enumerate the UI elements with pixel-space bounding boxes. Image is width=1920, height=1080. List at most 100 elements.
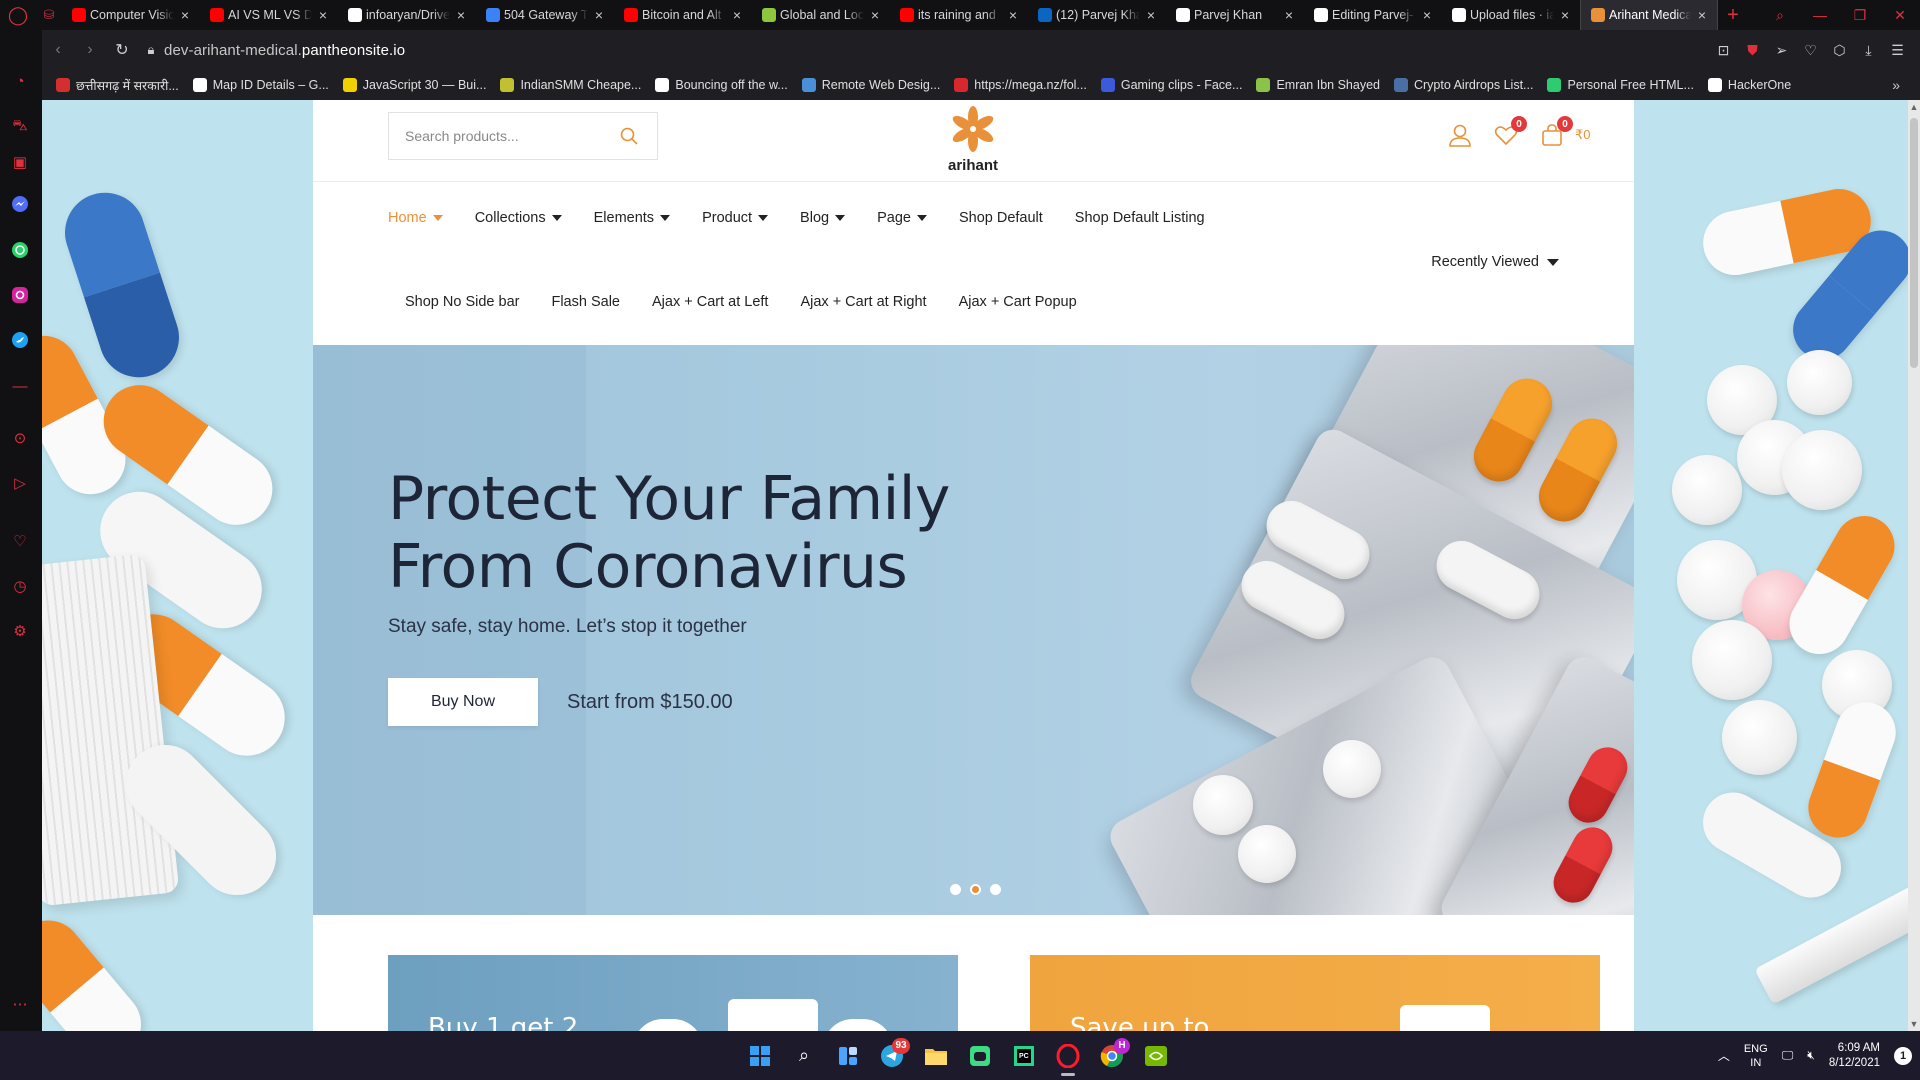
promo-banner-buy-1-get-2[interactable]: Buy 1 get 2 — [388, 955, 958, 1031]
close-tab-icon[interactable]: × — [1006, 7, 1020, 23]
account-button[interactable] — [1443, 118, 1477, 152]
browser-tab[interactable]: AI VS ML VS DL × — [200, 0, 338, 30]
browser-tab[interactable]: (12) Parvej Kha × — [1028, 0, 1166, 30]
android-studio-icon[interactable] — [962, 1038, 998, 1074]
speed-dial-icon[interactable]: ◔ — [9, 70, 31, 92]
more-sidebar-icon[interactable]: ⋯ — [9, 993, 31, 1015]
nav-item[interactable]: Home — [388, 210, 443, 226]
taskbar-search-icon[interactable]: ⌕ — [786, 1038, 822, 1074]
close-tab-icon[interactable]: × — [1558, 7, 1572, 23]
start-button[interactable] — [742, 1038, 778, 1074]
nav-item[interactable]: Blog — [800, 210, 846, 226]
restore-button[interactable]: ❐ — [1840, 7, 1880, 24]
bookmark-item[interactable]: https://mega.nz/fol... — [954, 78, 1087, 92]
scrollbar-thumb[interactable] — [1910, 118, 1918, 368]
nav-item[interactable]: Product — [702, 210, 769, 226]
bookmark-item[interactable]: छत्तीसगढ़ में सरकारी... — [56, 77, 179, 94]
widgets-icon[interactable] — [830, 1038, 866, 1074]
nav-item[interactable]: Collections — [475, 210, 562, 226]
slider-dot[interactable] — [990, 884, 1001, 895]
nav-item[interactable]: Ajax + Cart at Left — [652, 294, 768, 310]
download-icon[interactable]: ⤓ — [1854, 42, 1883, 59]
easy-setup-icon[interactable]: ☰ — [1883, 42, 1912, 59]
search-input[interactable] — [405, 128, 605, 144]
twitch-icon[interactable]: ▣ — [9, 151, 31, 173]
shopping-icon[interactable]: ⛍ — [9, 115, 31, 137]
settings-gear-icon[interactable]: ⚙ — [9, 620, 31, 642]
browser-tab[interactable]: infoaryan/Drive × — [338, 0, 476, 30]
close-window-button[interactable]: ✕ — [1880, 7, 1920, 24]
bookmark-item[interactable]: IndianSMM Cheape... — [500, 78, 641, 92]
telegram-icon[interactable]: 93 — [874, 1037, 910, 1074]
messenger-icon[interactable] — [9, 193, 31, 215]
nav-item[interactable]: Shop No Side bar — [405, 294, 519, 310]
wishlist-button[interactable]: 0 — [1489, 116, 1527, 152]
history-icon[interactable]: ◷ — [9, 575, 31, 597]
bookmark-item[interactable]: JavaScript 30 — Bui... — [342, 78, 486, 92]
lock-icon[interactable]: 🔒︎ — [138, 42, 164, 58]
heart-bookmarks-icon[interactable]: ♡ — [9, 530, 31, 552]
nvidia-icon[interactable] — [1138, 1038, 1174, 1074]
new-tab-button[interactable]: + — [1718, 4, 1748, 27]
reload-button[interactable]: ↻ — [106, 40, 138, 60]
bookmark-item[interactable]: HackerOne — [1707, 78, 1791, 92]
slider-dot[interactable] — [950, 884, 961, 895]
browser-tab[interactable]: Editing Parvej- × — [1304, 0, 1442, 30]
heart-icon[interactable]: ♡ — [1796, 42, 1825, 59]
bookmark-item[interactable]: Crypto Airdrops List... — [1393, 78, 1533, 92]
browser-tab[interactable]: Arihant Medica × — [1580, 0, 1718, 30]
close-tab-icon[interactable]: × — [178, 7, 192, 23]
buy-now-button[interactable]: Buy Now — [388, 678, 538, 726]
close-tab-icon[interactable]: × — [1282, 7, 1296, 23]
bookmark-item[interactable]: Emran Ibn Shayed — [1256, 78, 1380, 92]
instagram-icon[interactable] — [9, 284, 31, 306]
clock[interactable]: 6:09 AM 8/12/2021 — [1829, 1041, 1880, 1071]
whatsapp-icon[interactable] — [9, 239, 31, 261]
page-scrollbar[interactable]: ▲ ▼ — [1908, 100, 1920, 1031]
opera-taskbar-icon[interactable] — [1050, 1038, 1086, 1076]
close-tab-icon[interactable]: × — [454, 7, 468, 23]
browser-tab[interactable]: 504 Gateway Ti × — [476, 0, 614, 30]
forward-button[interactable]: › — [74, 41, 106, 59]
extensions-cube-icon[interactable]: ⬡ — [1825, 42, 1854, 59]
close-tab-icon[interactable]: × — [868, 7, 882, 23]
search-icon[interactable] — [619, 126, 639, 146]
scroll-down-icon[interactable]: ▼ — [1908, 1019, 1920, 1029]
promo-banner-save-up-to[interactable]: Save up to — [1030, 955, 1600, 1031]
close-tab-icon[interactable]: × — [730, 7, 744, 23]
browser-tab[interactable]: Global and Loc × — [752, 0, 890, 30]
nav-item[interactable]: Flash Sale — [551, 294, 620, 310]
opera-menu-icon[interactable]: ◯ — [0, 0, 36, 30]
back-button[interactable]: ‹ — [42, 41, 74, 59]
network-icon[interactable]: 🖵︎ — [1782, 1048, 1794, 1063]
nav-item[interactable]: Elements — [594, 210, 671, 226]
slider-dot[interactable] — [970, 884, 981, 895]
browser-tab[interactable]: Computer Vision × — [62, 0, 200, 30]
bookmarks-overflow-icon[interactable]: » — [1892, 77, 1900, 93]
workspaces-icon[interactable]: ⛁ — [36, 7, 62, 23]
file-explorer-icon[interactable] — [918, 1038, 954, 1074]
volume-muted-icon[interactable]: 🔇︎ — [1807, 1048, 1815, 1063]
bookmark-item[interactable]: Map ID Details – G... — [192, 78, 329, 92]
close-tab-icon[interactable]: × — [1420, 7, 1434, 23]
nav-item[interactable]: Ajax + Cart at Right — [800, 294, 926, 310]
browser-tab[interactable]: its raining and × — [890, 0, 1028, 30]
close-tab-icon[interactable]: × — [316, 7, 330, 23]
url-field[interactable]: dev-arihant-medical.pantheonsite.io — [164, 42, 405, 59]
recently-viewed-dropdown[interactable]: Recently Viewed — [1431, 254, 1559, 270]
nav-item[interactable]: Page — [877, 210, 927, 226]
language-indicator[interactable]: ENG IN — [1744, 1042, 1768, 1070]
tab-search-icon[interactable]: ⌕ — [1760, 7, 1800, 24]
browser-tab[interactable]: Parvej Khan × — [1166, 0, 1304, 30]
chrome-icon[interactable]: H — [1094, 1037, 1130, 1074]
bookmark-item[interactable]: Bouncing off the w... — [655, 78, 788, 92]
minimize-button[interactable]: — — [1800, 7, 1840, 23]
scroll-up-icon[interactable]: ▲ — [1908, 102, 1920, 112]
notifications-button[interactable]: 1 — [1894, 1046, 1912, 1065]
browser-tab[interactable]: Bitcoin and Alt × — [614, 0, 752, 30]
pycharm-icon[interactable]: PC — [1006, 1038, 1042, 1074]
nav-item[interactable]: Ajax + Cart Popup — [959, 294, 1077, 310]
snapshot-icon[interactable]: ⊡ — [1709, 42, 1738, 59]
cart-button[interactable]: 0 — [1535, 116, 1573, 152]
site-logo[interactable]: arihant — [938, 104, 1008, 176]
